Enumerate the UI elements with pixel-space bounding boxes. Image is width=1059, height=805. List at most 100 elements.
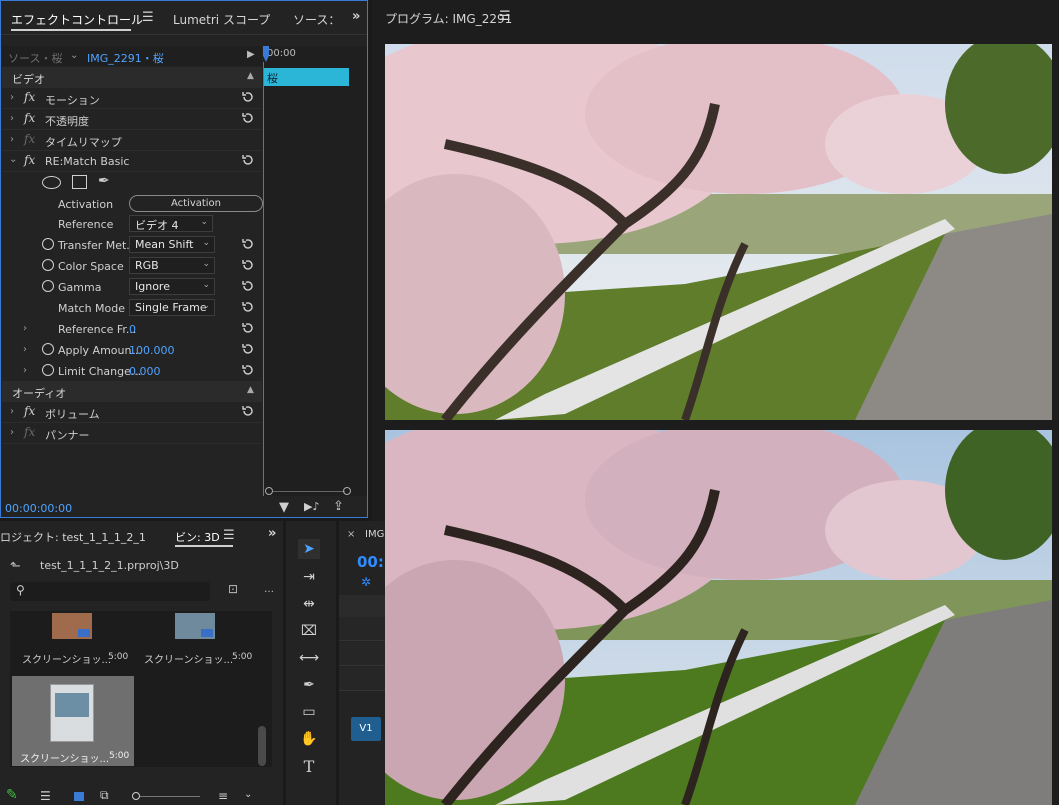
tab-effect-controls[interactable]: エフェクトコントロール: [11, 11, 143, 28]
list-view-icon[interactable]: ☰: [40, 789, 51, 803]
chevron-right-icon[interactable]: ›: [23, 323, 27, 334]
reset-icon[interactable]: [241, 237, 255, 251]
thumbnail[interactable]: [175, 613, 215, 639]
hand-tool-icon[interactable]: ✋: [298, 729, 320, 749]
selected-item[interactable]: スクリーンショッ... 5:00: [12, 676, 134, 766]
param-value[interactable]: 0.000: [129, 365, 161, 378]
zoom-slider-handle[interactable]: [132, 792, 140, 800]
tab-bin[interactable]: ビン: 3D: [175, 529, 220, 545]
stopwatch-icon[interactable]: [42, 343, 54, 355]
effect-row-motion[interactable]: › fx モーション: [2, 88, 262, 109]
effect-row-panner[interactable]: › fx パンナー: [2, 423, 262, 444]
scroll-handle-right[interactable]: [343, 487, 351, 495]
item-name[interactable]: スクリーンショッ...: [144, 651, 233, 666]
snap-icon[interactable]: ✲: [361, 575, 371, 589]
chevron-down-icon[interactable]: ⌄: [70, 50, 78, 61]
chevron-down-icon[interactable]: ⌄: [9, 154, 17, 165]
effect-row-volume[interactable]: › fx ボリューム: [2, 402, 262, 423]
program-frame-top[interactable]: [385, 44, 1052, 420]
scroll-handle-left[interactable]: [265, 487, 273, 495]
reference-dropdown[interactable]: ビデオ 4 ⌄: [129, 215, 213, 232]
reset-icon[interactable]: [241, 111, 255, 125]
tab-sequence[interactable]: IMG: [365, 529, 384, 540]
play-icon[interactable]: ▶: [247, 49, 255, 60]
reset-icon[interactable]: [241, 404, 255, 418]
chevron-right-icon[interactable]: ›: [10, 134, 14, 145]
collapse-up-icon[interactable]: ▲: [247, 385, 254, 395]
search-input[interactable]: ⚲: [10, 582, 210, 601]
track-select-tool-icon[interactable]: ⇥: [298, 567, 320, 587]
slip-tool-icon[interactable]: ⟷: [298, 648, 320, 668]
reset-icon[interactable]: [241, 321, 255, 335]
param-value[interactable]: 0: [129, 323, 136, 336]
fx-icon[interactable]: fx: [24, 404, 35, 418]
playhead-icon[interactable]: [263, 46, 269, 62]
play-audio-icon[interactable]: ▶♪: [304, 500, 319, 513]
export-icon[interactable]: ⇪: [333, 499, 344, 514]
panel-menu-icon[interactable]: ☰: [499, 9, 511, 24]
chevron-down-icon[interactable]: ⌄: [244, 789, 252, 800]
ellipse-mask-icon[interactable]: [42, 176, 61, 189]
chevron-right-icon[interactable]: ›: [10, 406, 14, 417]
effect-row-time-remap[interactable]: › fx タイムリマップ: [2, 130, 262, 151]
zoom-scroll[interactable]: [263, 485, 367, 497]
param-value[interactable]: 100.000: [129, 344, 175, 357]
fx-icon[interactable]: fx: [24, 90, 35, 104]
razor-tool-icon[interactable]: ⌧: [298, 621, 320, 641]
stopwatch-icon[interactable]: [42, 238, 54, 250]
tab-project[interactable]: ロジェクト: test_1_1_1_2_1: [0, 529, 146, 545]
pencil-icon[interactable]: ✎: [6, 787, 18, 803]
stopwatch-icon[interactable]: [42, 364, 54, 376]
activation-button[interactable]: Activation: [129, 195, 263, 212]
thumbnail[interactable]: [52, 613, 92, 639]
rectangle-tool-icon[interactable]: ▭: [298, 702, 320, 722]
gamma-dropdown[interactable]: Ignore ⌄: [129, 278, 215, 295]
selection-tool-icon[interactable]: ➤: [298, 539, 320, 559]
tab-menu-icon[interactable]: ☰: [142, 10, 154, 25]
tab-menu-icon[interactable]: ☰: [223, 528, 235, 543]
video-section-header[interactable]: ビデオ ▲: [2, 67, 262, 88]
program-frame-bottom[interactable]: [385, 430, 1052, 805]
reset-icon[interactable]: [241, 300, 255, 314]
effect-row-opacity[interactable]: › fx 不透明度: [2, 109, 262, 130]
reset-icon[interactable]: [241, 258, 255, 272]
stopwatch-icon[interactable]: [42, 280, 54, 292]
reset-icon[interactable]: [241, 90, 255, 104]
item-name[interactable]: スクリーンショッ...: [20, 750, 109, 765]
reset-icon[interactable]: [241, 279, 255, 293]
audio-section-header[interactable]: オーディオ ▲: [2, 381, 262, 402]
colorspace-dropdown[interactable]: RGB ⌄: [129, 257, 215, 274]
close-icon[interactable]: ×: [347, 529, 355, 540]
freeform-view-icon[interactable]: ⧉: [100, 788, 109, 803]
item-name[interactable]: スクリーンショッ...: [22, 651, 111, 666]
ripple-edit-tool-icon[interactable]: ⇹: [298, 594, 320, 614]
chevron-right-icon[interactable]: ›: [23, 365, 27, 376]
reset-icon[interactable]: [241, 342, 255, 356]
overflow-icon[interactable]: »: [352, 9, 360, 24]
transfer-dropdown[interactable]: Mean Shift ⌄: [129, 236, 215, 253]
thumbnail[interactable]: [50, 684, 94, 742]
scrollbar-thumb[interactable]: [258, 726, 266, 766]
time-ruler[interactable]: [339, 595, 385, 617]
filter-icon[interactable]: ▼: [279, 500, 289, 515]
stopwatch-icon[interactable]: [42, 259, 54, 271]
new-search-bin-icon[interactable]: ⊡: [228, 582, 238, 596]
overflow-icon[interactable]: »: [268, 526, 276, 541]
chevron-right-icon[interactable]: ›: [10, 113, 14, 124]
collapse-up-icon[interactable]: ▲: [247, 71, 254, 81]
type-tool-icon[interactable]: T: [298, 756, 320, 776]
effect-row-rematch[interactable]: ⌄ fx RE:Match Basic: [2, 151, 262, 172]
timeline-timecode[interactable]: 00:: [357, 553, 384, 571]
tab-source[interactable]: ソース：: [293, 11, 340, 28]
more-icon[interactable]: …: [264, 584, 274, 595]
reset-icon[interactable]: [241, 153, 255, 167]
track-v1-target[interactable]: V1: [351, 717, 381, 741]
fx-icon[interactable]: fx: [24, 111, 35, 125]
clip-bar[interactable]: 桜: [263, 68, 349, 86]
chevron-right-icon[interactable]: ›: [10, 92, 14, 103]
matchmode-dropdown[interactable]: Single Frame ⌄: [129, 299, 215, 316]
timecode-bottom[interactable]: 00:00:00:00: [5, 502, 72, 515]
reset-icon[interactable]: [241, 363, 255, 377]
fx-icon[interactable]: fx: [24, 153, 35, 167]
chevron-right-icon[interactable]: ›: [10, 427, 14, 438]
